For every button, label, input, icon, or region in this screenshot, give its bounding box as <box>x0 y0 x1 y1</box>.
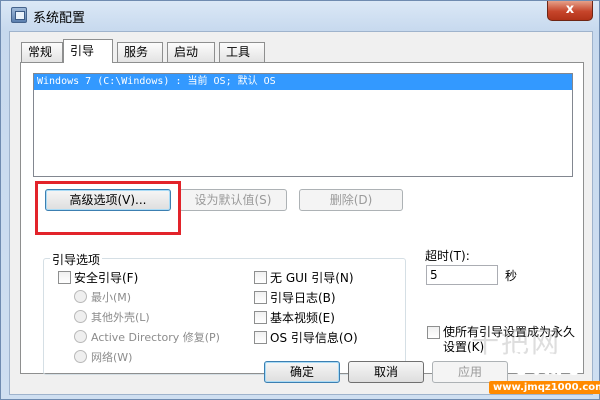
close-button[interactable]: x <box>547 1 593 21</box>
checkbox-box <box>254 291 267 304</box>
network-label: 网络(W) <box>91 351 133 364</box>
tab-boot[interactable]: 引导 <box>63 39 113 63</box>
active-directory-radio[interactable]: Active Directory 修复(P) <box>74 330 220 346</box>
boot-entry-windows7[interactable]: Windows 7 (C:\Windows) : 当前 OS; 默认 OS <box>34 74 572 90</box>
tab-tools[interactable]: 工具 <box>219 42 265 62</box>
boot-entry-list[interactable]: Windows 7 (C:\Windows) : 当前 OS; 默认 OS <box>33 73 573 177</box>
boot-log-checkbox[interactable]: 引导日志(B) <box>254 290 336 306</box>
safe-boot-label: 安全引导(F) <box>74 271 139 285</box>
make-permanent-label: 使所有引导设置成为永久设置(K) <box>443 325 576 354</box>
tab-general[interactable]: 常规 <box>21 42 63 62</box>
no-gui-label: 无 GUI 引导(N) <box>270 271 354 285</box>
base-video-label: 基本视频(E) <box>270 311 335 325</box>
boot-options-group: 引导选项 安全引导(F) 最小(M) 其他外壳(L) Active Direct… <box>43 251 406 375</box>
minimal-label: 最小(M) <box>91 291 132 304</box>
radio-circle <box>74 350 87 363</box>
tab-services[interactable]: 服务 <box>117 42 163 62</box>
ok-button[interactable]: 确定 <box>264 361 340 383</box>
base-video-checkbox[interactable]: 基本视频(E) <box>254 310 335 326</box>
boot-log-label: 引导日志(B) <box>270 291 336 305</box>
checkbox-box <box>254 311 267 324</box>
checkbox-box <box>254 271 267 284</box>
boot-options-legend: 引导选项 <box>50 251 103 268</box>
boot-tab-panel: Windows 7 (C:\Windows) : 当前 OS; 默认 OS 高级… <box>20 62 584 375</box>
window-title: 系统配置 <box>33 11 86 26</box>
title-bar[interactable]: 系统配置 x <box>1 1 600 29</box>
radio-circle <box>74 330 87 343</box>
radio-circle <box>74 310 87 323</box>
safe-boot-checkbox[interactable]: 安全引导(F) <box>58 270 138 286</box>
cancel-button[interactable]: 取消 <box>348 361 424 383</box>
dialog-client-area: 常规 引导 服务 启动 工具 Windows 7 (C:\Windows) : … <box>9 31 593 395</box>
tab-startup[interactable]: 启动 <box>167 42 215 62</box>
system-config-icon <box>11 7 27 23</box>
seconds-label: 秒 <box>505 269 518 283</box>
timeout-input[interactable]: 5 <box>426 265 498 285</box>
delete-button[interactable]: 删除(D) <box>299 189 403 211</box>
radio-circle <box>74 290 87 303</box>
advanced-options-button[interactable]: 高级选项(V)... <box>45 189 171 211</box>
window-frame: 系统配置 x 常规 引导 服务 启动 工具 Windows 7 (C:\Wind… <box>0 0 600 400</box>
no-gui-checkbox[interactable]: 无 GUI 引导(N) <box>254 270 354 286</box>
network-radio[interactable]: 网络(W) <box>74 350 132 366</box>
make-permanent-checkbox[interactable]: 使所有引导设置成为永久设置(K) <box>427 325 577 355</box>
set-default-button[interactable]: 设为默认值(S) <box>179 189 287 211</box>
os-boot-info-checkbox[interactable]: OS 引导信息(O) <box>254 330 358 346</box>
checkbox-box <box>254 331 267 344</box>
alternate-shell-radio[interactable]: 其他外壳(L) <box>74 310 150 326</box>
checkbox-box <box>427 326 440 339</box>
minimal-radio[interactable]: 最小(M) <box>74 290 131 306</box>
checkbox-box <box>58 271 71 284</box>
active-directory-label: Active Directory 修复(P) <box>91 331 220 344</box>
alternate-shell-label: 其他外壳(L) <box>91 311 150 324</box>
apply-button[interactable]: 应用 <box>432 361 508 383</box>
os-boot-info-label: OS 引导信息(O) <box>270 331 358 345</box>
timeout-label: 超时(T): <box>425 249 470 263</box>
